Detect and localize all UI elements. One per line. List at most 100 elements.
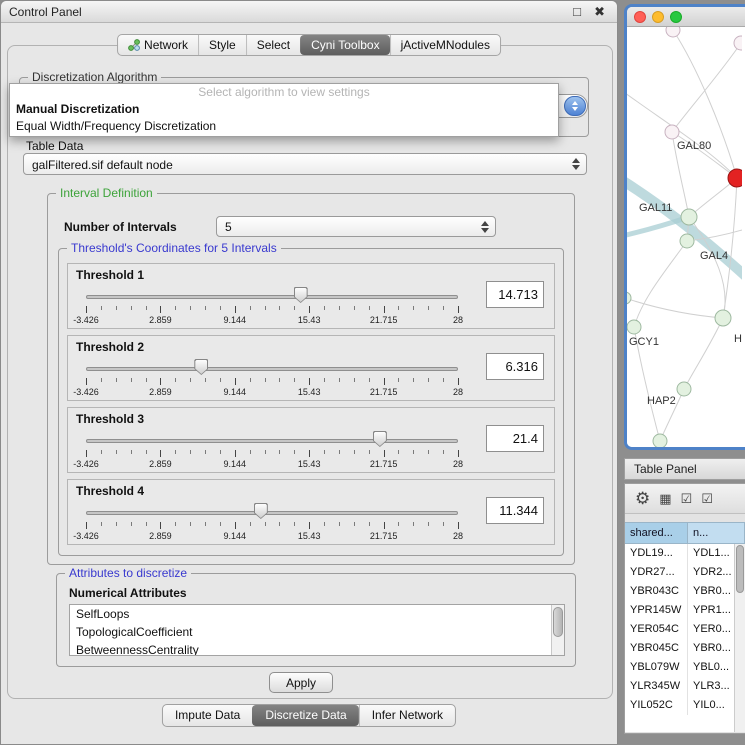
attributes-group: Attributes to discretize Numerical Attri…: [56, 573, 576, 667]
tick-label: 28: [453, 315, 463, 325]
threshold-value-field[interactable]: 21.4: [486, 425, 544, 452]
column-header-1[interactable]: shared...: [625, 523, 688, 543]
slider-tick-labels: -3.4262.8599.14415.4321.71528: [86, 315, 458, 325]
network-node[interactable]: [680, 234, 694, 248]
slider-track[interactable]: [86, 511, 458, 515]
network-node[interactable]: [681, 209, 697, 225]
slider-thumb-icon[interactable]: [373, 431, 387, 447]
list-item-betweennesscentrality[interactable]: BetweennessCentrality: [70, 641, 564, 656]
network-node[interactable]: [715, 310, 731, 326]
network-edge[interactable]: [684, 318, 723, 389]
table-data-label: Table Data: [26, 139, 83, 153]
network-node[interactable]: [666, 27, 680, 37]
select-all-columns-icon[interactable]: ☑: [681, 492, 693, 505]
table-row[interactable]: YIL052CYIL0...: [625, 696, 745, 715]
column-header-2[interactable]: n...: [688, 523, 745, 543]
numerical-attributes-label: Numerical Attributes: [69, 586, 187, 600]
unselect-all-columns-icon[interactable]: ☑: [701, 492, 713, 505]
show-columns-icon[interactable]: ▦: [659, 492, 671, 505]
table-row[interactable]: YER054CYER0...: [625, 620, 745, 639]
tab-cyni-toolbox[interactable]: Cyni Toolbox: [300, 35, 389, 55]
close-window-icon[interactable]: ✖: [594, 1, 605, 23]
popup-item-equal-width-frequency-discretization[interactable]: Equal Width/Frequency Discretization: [10, 118, 558, 135]
window-title: Control Panel: [9, 1, 82, 23]
number-of-intervals-label: Number of Intervals: [64, 220, 177, 234]
network-node[interactable]: [627, 292, 631, 304]
tab-network[interactable]: Network: [118, 35, 198, 55]
threshold-label: Threshold 3: [76, 412, 144, 426]
network-edge[interactable]: [673, 30, 737, 178]
network-edge[interactable]: [672, 132, 737, 178]
tab-impute-data[interactable]: Impute Data: [163, 705, 252, 726]
list-scrollbar[interactable]: [551, 605, 564, 655]
threshold-slider[interactable]: -3.4262.8599.14415.4321.71528: [86, 502, 458, 542]
popup-placeholder-text: Select algorithm to view settings: [10, 84, 558, 101]
table-scrollbar-thumb[interactable]: [736, 545, 744, 593]
network-edge[interactable]: [634, 241, 687, 327]
tab-style[interactable]: Style: [198, 35, 246, 55]
list-item-topologicalcoefficient[interactable]: TopologicalCoefficient: [70, 623, 564, 641]
float-window-icon[interactable]: □: [573, 1, 581, 23]
tick-label: 15.43: [298, 315, 321, 325]
threshold-value-field[interactable]: 11.344: [486, 497, 544, 524]
numerical-attributes-list[interactable]: SelfLoopsTopologicalCoefficientBetweenne…: [69, 604, 565, 656]
table-row[interactable]: YBL079WYBL0...: [625, 658, 745, 677]
network-node[interactable]: [653, 434, 667, 448]
close-traffic-light-icon[interactable]: [634, 11, 646, 23]
network-edge[interactable]: [627, 87, 737, 178]
table-row[interactable]: YPR145WYPR1...: [625, 601, 745, 620]
network-node[interactable]: [734, 36, 742, 50]
table-panel-title: Table Panel: [634, 462, 697, 476]
settings-gear-icon[interactable]: ⚙: [635, 490, 650, 507]
table-header-row: shared...n...: [625, 522, 745, 544]
threshold-label: Threshold 2: [76, 340, 144, 354]
slider-thumb-icon[interactable]: [294, 287, 308, 303]
slider-track[interactable]: [86, 295, 458, 299]
list-item-selfloops[interactable]: SelfLoops: [70, 605, 564, 623]
slider-track[interactable]: [86, 367, 458, 371]
threshold-slider[interactable]: -3.4262.8599.14415.4321.71528: [86, 286, 458, 326]
network-node[interactable]: [728, 169, 742, 187]
list-scrollbar-thumb[interactable]: [553, 607, 563, 637]
control-panel-titlebar[interactable]: Control Panel □ ✖: [1, 1, 617, 23]
network-node[interactable]: [665, 125, 679, 139]
popup-item-manual-discretization[interactable]: Manual Discretization: [10, 101, 558, 118]
table-row[interactable]: YLR345WYLR3...: [625, 677, 745, 696]
network-edge[interactable]: [672, 43, 741, 132]
tick-label: 9.144: [224, 531, 247, 541]
slider-tick-labels: -3.4262.8599.14415.4321.71528: [86, 459, 458, 469]
network-node[interactable]: [627, 320, 641, 334]
tab-select[interactable]: Select: [246, 35, 300, 55]
number-of-intervals-combobox[interactable]: 5: [216, 216, 496, 237]
apply-button[interactable]: Apply: [269, 672, 333, 693]
tab-label: Style: [209, 38, 236, 52]
table-row[interactable]: YDR27...YDR2...: [625, 563, 745, 582]
interval-definition-group: Interval Definition Number of Intervals …: [47, 193, 575, 565]
threshold-slider[interactable]: -3.4262.8599.14415.4321.71528: [86, 358, 458, 398]
slider-thumb-icon[interactable]: [194, 359, 208, 375]
tab-jactivemnodules[interactable]: jActiveMNodules: [390, 35, 500, 55]
node-label: GCY1: [629, 336, 659, 348]
threshold-value-field[interactable]: 6.316: [486, 353, 544, 380]
network-window-titlebar[interactable]: [627, 7, 745, 27]
table-row[interactable]: YBR043CYBR0...: [625, 582, 745, 601]
combobox-stepper-icon[interactable]: [564, 96, 586, 116]
zoom-traffic-light-icon[interactable]: [670, 11, 682, 23]
minimize-traffic-light-icon[interactable]: [652, 11, 664, 23]
slider-track[interactable]: [86, 439, 458, 443]
tab-discretize-data[interactable]: Discretize Data: [252, 705, 358, 726]
table-cell: YBR043C: [625, 582, 688, 601]
table-cell: YIL052C: [625, 696, 688, 715]
threshold-value-field[interactable]: 14.713: [486, 281, 544, 308]
slider-thumb-icon[interactable]: [254, 503, 268, 519]
table-scrollbar[interactable]: [734, 544, 745, 732]
network-canvas[interactable]: GAL80GAL11GAL4GCY1HAP2H: [627, 27, 745, 450]
tab-infer-network[interactable]: Infer Network: [359, 705, 455, 726]
network-node[interactable]: [677, 382, 691, 396]
tab-label: Cyni Toolbox: [311, 38, 379, 52]
threshold-slider[interactable]: -3.4262.8599.14415.4321.71528: [86, 430, 458, 470]
table-panel-titlebar[interactable]: Table Panel: [624, 458, 745, 480]
table-data-combobox[interactable]: galFiltered.sif default node: [23, 153, 587, 175]
table-row[interactable]: YDL19...YDL1...: [625, 544, 745, 563]
table-row[interactable]: YBR045CYBR0...: [625, 639, 745, 658]
